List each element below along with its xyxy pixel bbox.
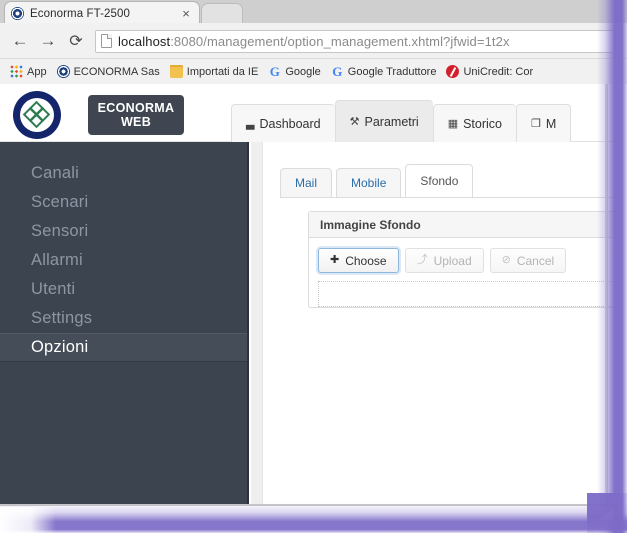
ban-circle-icon: ⊘: [501, 254, 511, 266]
immagine-sfondo-panel: Immagine Sfondo ✚ Choose ⤴ Upload ⊘ Canc…: [308, 211, 616, 308]
highlight-glow-bottom: [0, 503, 627, 533]
content-panel: Mail Mobile Sfondo Immagine Sfondo ✚ Cho…: [262, 142, 616, 505]
browser-tab[interactable]: Econorma FT-2500 ×: [4, 1, 200, 25]
page-bottom-edge: [0, 504, 608, 506]
wrench-icon: ⚒: [349, 116, 360, 128]
address-bar-path: :8080/management/option_management.xhtml…: [170, 33, 510, 49]
tab-label: Dashboard: [259, 116, 321, 131]
apps-grid-icon: [10, 65, 23, 78]
tab-label: M: [545, 116, 557, 131]
folder-icon: [169, 65, 183, 78]
choose-button-label: Choose: [345, 253, 387, 268]
address-bar-host: localhost: [118, 33, 171, 49]
unicredit-icon: [446, 65, 460, 78]
bookmark-label: Google: [285, 65, 321, 78]
browser-chrome: Econorma FT-2500 × ← → ⟳ localhost:8080/…: [0, 0, 627, 84]
upload-button[interactable]: ⤴ Upload: [404, 248, 484, 273]
sidebar-item-scenari[interactable]: Scenari: [0, 188, 247, 217]
plus-icon: ✚: [330, 254, 340, 266]
econorma-logo-icon: [9, 91, 65, 139]
bookmark-importati-da-ie[interactable]: Importati da IE: [166, 62, 265, 82]
sidebar: Canali Scenari Sensori Allarmi Utenti Se…: [0, 142, 249, 505]
brand-line-2: WEB: [120, 115, 152, 129]
tab-parametri[interactable]: ⚒ Parametri: [334, 100, 433, 142]
google-g-icon: G: [269, 64, 280, 79]
file-dropzone[interactable]: [318, 281, 614, 307]
subtab-mobile[interactable]: Mobile: [336, 168, 402, 198]
subtab-label: Mail: [295, 176, 318, 190]
sidebar-item-label: Opzioni: [31, 338, 89, 356]
brand-line-1: ECONORMA: [97, 101, 175, 115]
subtab-sfondo[interactable]: Sfondo: [405, 164, 474, 198]
bookmark-label: App: [27, 65, 47, 78]
top-navigation: ▃ Dashboard ⚒ Parametri ▦ Storico ❐ M: [231, 100, 572, 142]
sidebar-item-label: Allarmi: [31, 251, 83, 269]
sidebar-item-label: Settings: [31, 309, 93, 327]
address-bar-url: localhost:8080/management/option_managem…: [118, 34, 510, 49]
choose-button[interactable]: ✚ Choose: [318, 248, 399, 273]
panel-title: Immagine Sfondo: [309, 212, 616, 238]
page-document-icon: [101, 34, 112, 48]
tab-label: Parametri: [364, 114, 419, 129]
upload-button-label: Upload: [433, 253, 472, 268]
web-page: ECONORMA WEB ▃ Dashboard ⚒ Parametri ▦ S…: [0, 84, 616, 505]
bar-chart-icon: ▃: [246, 118, 255, 130]
subtab-divider: [280, 197, 616, 198]
subtab-mail[interactable]: Mail: [280, 168, 333, 198]
bookmark-app[interactable]: App: [6, 62, 53, 82]
google-g-icon: G: [332, 64, 343, 79]
highlight-glow-fade-left: [0, 507, 56, 533]
bookmark-econorma[interactable]: ECONORMA Sas: [53, 62, 166, 82]
sidebar-item-label: Scenari: [31, 193, 89, 211]
new-tab-button[interactable]: [201, 3, 243, 24]
bookmark-label: Google Traduttore: [347, 65, 437, 78]
sidebar-item-sensori[interactable]: Sensori: [0, 217, 247, 246]
bookmark-label: ECONORMA Sas: [73, 65, 160, 78]
close-icon[interactable]: ×: [179, 7, 193, 20]
upload-arrow-icon: ⤴: [416, 254, 428, 266]
sidebar-item-allarmi[interactable]: Allarmi: [0, 246, 247, 275]
bookmark-google-traduttore[interactable]: G Google Traduttore: [327, 62, 443, 82]
tab-label: Storico: [463, 116, 502, 131]
bookmark-google[interactable]: G Google: [264, 62, 326, 82]
tab-strip: Econorma FT-2500 ×: [0, 0, 627, 25]
content-area: Mail Mobile Sfondo Immagine Sfondo ✚ Cho…: [251, 142, 616, 505]
bookmarks-bar: App ECONORMA Sas Importati da IE G Googl…: [0, 58, 627, 84]
tab-dashboard[interactable]: ▃ Dashboard: [231, 104, 335, 142]
address-bar[interactable]: localhost:8080/management/option_managem…: [95, 29, 615, 53]
cancel-button-label: Cancel: [516, 253, 555, 268]
sidebar-item-settings[interactable]: Settings: [0, 304, 247, 333]
subtab-label: Sfondo: [420, 174, 459, 188]
app-header: ECONORMA WEB ▃ Dashboard ⚒ Parametri ▦ S…: [0, 84, 616, 142]
bookmark-label: UniCredit: Cor: [463, 65, 534, 78]
tab-m-truncated[interactable]: ❐ M: [516, 104, 572, 142]
sidebar-item-utenti[interactable]: Utenti: [0, 275, 247, 304]
econorma-logo-icon: [11, 7, 24, 20]
sidebar-item-canali[interactable]: Canali: [0, 159, 247, 188]
reload-icon[interactable]: ⟳: [62, 27, 90, 55]
panel-body: ✚ Choose ⤴ Upload ⊘ Cancel: [309, 238, 616, 307]
browser-tab-title: Econorma FT-2500: [30, 7, 131, 20]
sidebar-item-label: Sensori: [31, 222, 89, 240]
app-body: Canali Scenari Sensori Allarmi Utenti Se…: [0, 142, 616, 505]
subtab-label: Mobile: [351, 176, 387, 190]
forward-icon[interactable]: →: [34, 27, 62, 55]
table-grid-icon: ▦: [447, 118, 459, 130]
sidebar-item-opzioni[interactable]: Opzioni: [0, 333, 247, 362]
bookmark-label: Importati da IE: [186, 65, 259, 78]
document-icon: ❐: [531, 118, 541, 130]
screenshot-root: Econorma FT-2500 × ← → ⟳ localhost:8080/…: [0, 0, 627, 533]
econorma-logo-icon: [56, 65, 70, 78]
sidebar-item-label: Utenti: [31, 280, 76, 298]
tab-storico[interactable]: ▦ Storico: [432, 104, 516, 142]
cancel-button[interactable]: ⊘ Cancel: [489, 248, 567, 273]
sidebar-item-label: Canali: [31, 164, 79, 182]
page-right-edge: [605, 84, 608, 505]
bookmark-unicredit[interactable]: UniCredit: Cor: [442, 62, 539, 82]
back-icon[interactable]: ←: [6, 27, 34, 55]
sub-tab-bar: Mail Mobile Sfondo: [280, 164, 477, 198]
browser-toolbar: ← → ⟳ localhost:8080/management/option_m…: [0, 24, 627, 58]
brand-button[interactable]: ECONORMA WEB: [88, 95, 184, 135]
file-upload-toolbar: ✚ Choose ⤴ Upload ⊘ Cancel: [318, 248, 616, 273]
